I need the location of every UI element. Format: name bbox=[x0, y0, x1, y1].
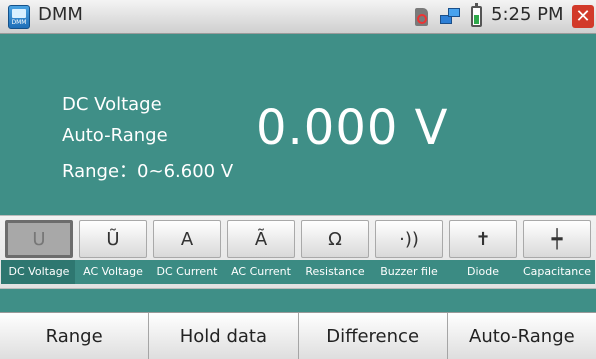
dc-current-icon: A bbox=[153, 220, 221, 258]
close-button[interactable]: ✕ bbox=[572, 5, 594, 28]
dc-voltage-label: DC Voltage bbox=[1, 260, 77, 284]
buzzer-icon: ·)) bbox=[375, 220, 443, 258]
ac-voltage-icon: Ũ bbox=[79, 220, 147, 258]
capacitance-button[interactable]: ┿ Capacitance bbox=[519, 220, 595, 286]
measure-mode-label: DC Voltage bbox=[62, 94, 162, 115]
capacitance-label: Capacitance bbox=[519, 260, 595, 284]
difference-button[interactable]: Difference bbox=[298, 313, 448, 359]
dc-current-button[interactable]: A DC Current bbox=[149, 220, 225, 286]
buzzer-label: Buzzer file bbox=[371, 260, 447, 284]
dc-voltage-button[interactable]: U DC Voltage bbox=[1, 220, 77, 286]
ac-voltage-button[interactable]: Ũ AC Voltage bbox=[75, 220, 151, 286]
dc-voltage-icon: U bbox=[5, 220, 73, 258]
sd-card-removed-icon bbox=[415, 8, 428, 26]
resistance-icon: Ω bbox=[301, 220, 369, 258]
range-mode-label: Auto-Range bbox=[62, 125, 168, 146]
app-title: DMM bbox=[38, 4, 83, 25]
capacitance-icon: ┿ bbox=[523, 220, 591, 258]
resistance-button[interactable]: Ω Resistance bbox=[297, 220, 373, 286]
hold-data-button[interactable]: Hold data bbox=[149, 313, 299, 359]
softkey-bar: Range Hold data Difference Auto-Range bbox=[0, 312, 596, 359]
network-icon bbox=[440, 8, 462, 26]
ac-current-label: AC Current bbox=[223, 260, 299, 284]
ac-current-icon: Ã bbox=[227, 220, 295, 258]
ac-voltage-label: AC Voltage bbox=[75, 260, 151, 284]
title-bar: DMM DMM 5:25 PM ✕ bbox=[0, 0, 596, 34]
auto-range-button[interactable]: Auto-Range bbox=[447, 313, 596, 359]
battery-icon bbox=[471, 3, 482, 27]
diode-label: Diode bbox=[445, 260, 521, 284]
resistance-label: Resistance bbox=[297, 260, 373, 284]
range-value-label: Range：0~6.600 V bbox=[62, 161, 234, 182]
buzzer-button[interactable]: ·)) Buzzer file bbox=[371, 220, 447, 286]
measurement-reading: 0.000 V bbox=[256, 100, 449, 156]
diode-button[interactable]: ✝ Diode bbox=[445, 220, 521, 286]
range-button[interactable]: Range bbox=[0, 313, 150, 359]
ac-current-button[interactable]: Ã AC Current bbox=[223, 220, 299, 286]
clock: 5:25 PM bbox=[491, 4, 564, 25]
diode-icon: ✝ bbox=[449, 220, 517, 258]
function-selector-bar: U DC Voltage Ũ AC Voltage A DC Current Ã… bbox=[0, 215, 596, 289]
dc-current-label: DC Current bbox=[149, 260, 225, 284]
dmm-app-icon: DMM bbox=[8, 5, 30, 29]
